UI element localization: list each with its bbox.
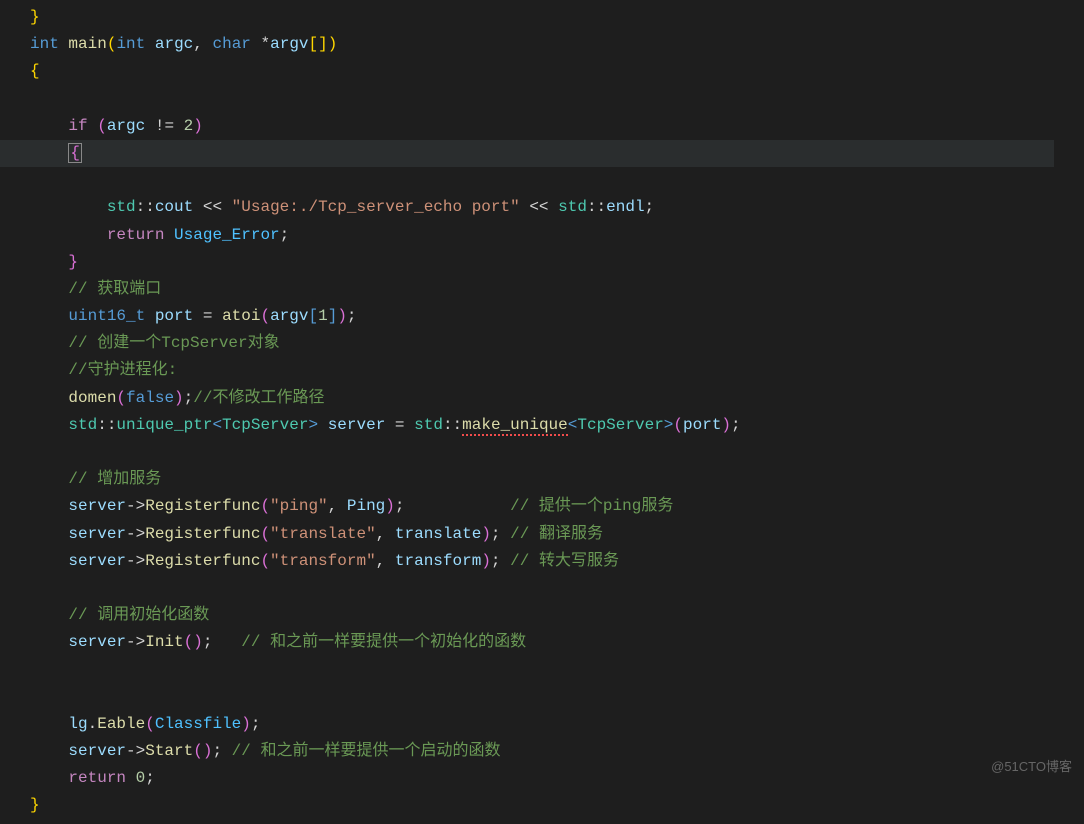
- code-var: server: [68, 633, 126, 651]
- code-var: port: [155, 307, 193, 325]
- code-string: "transform": [270, 552, 376, 570]
- code-comment: //不修改工作路径: [193, 389, 324, 407]
- code-op: <<: [529, 198, 548, 216]
- code-comment: // 创建一个TcpServer对象: [68, 334, 279, 352]
- code-namespace: std: [68, 416, 97, 434]
- code-constant: Usage_Error: [174, 226, 280, 244]
- code-comment: // 转大写服务: [510, 552, 619, 570]
- code-var: transform: [395, 552, 481, 570]
- code-constant: Classfile: [155, 715, 241, 733]
- code-string: "Usage:./Tcp_server_echo port": [232, 198, 520, 216]
- code-function: domen: [68, 389, 116, 407]
- code-var: argc: [155, 35, 193, 53]
- code-type: uint16_t: [68, 307, 145, 325]
- code-keyword: return: [68, 769, 126, 787]
- code-var: server: [68, 525, 126, 543]
- code-var: argv: [270, 307, 308, 325]
- highlighted-line: {: [0, 140, 1054, 167]
- code-comment: // 和之前一样要提供一个初始化的函数: [241, 633, 526, 651]
- code-op: !=: [155, 117, 174, 135]
- code-keyword: int: [30, 35, 59, 53]
- code-number: 1: [318, 307, 328, 325]
- code-editor[interactable]: } int main(int argc, char *argv[]) { if …: [0, 0, 1084, 824]
- code-var: server: [68, 497, 126, 515]
- code-function-error: make_unique: [462, 416, 568, 436]
- code-function: main: [68, 35, 106, 53]
- code-type: unique_ptr: [116, 416, 212, 434]
- code-function: Registerfunc: [145, 525, 260, 543]
- code-comment: // 增加服务: [68, 470, 161, 488]
- code-function: Registerfunc: [145, 552, 260, 570]
- code-op: <<: [203, 198, 222, 216]
- code-function: Registerfunc: [145, 497, 260, 515]
- code-comment: // 翻译服务: [510, 525, 603, 543]
- code-var: argc: [107, 117, 145, 135]
- code-id: cout: [155, 198, 193, 216]
- code-id: endl: [606, 198, 644, 216]
- code-var: Ping: [347, 497, 385, 515]
- code-var: server: [328, 416, 386, 434]
- code-keyword: int: [116, 35, 145, 53]
- code-brace: }: [30, 796, 40, 814]
- code-comment: // 和之前一样要提供一个启动的函数: [232, 742, 501, 760]
- watermark: @51CTO博客: [991, 756, 1072, 778]
- code-namespace: std: [107, 198, 136, 216]
- code-brace: }: [30, 8, 40, 26]
- code-keyword: if: [68, 117, 87, 135]
- code-keyword: false: [126, 389, 174, 407]
- code-number: 2: [184, 117, 194, 135]
- code-type: TcpServer: [577, 416, 663, 434]
- code-namespace: std: [558, 198, 587, 216]
- code-string: "ping": [270, 497, 328, 515]
- code-function: Start: [145, 742, 193, 760]
- code-comment: // 调用初始化函数: [68, 606, 209, 624]
- code-function: Init: [145, 633, 183, 651]
- code-comment: //守护进程化:: [68, 361, 177, 379]
- code-keyword: return: [107, 226, 165, 244]
- code-var: lg: [68, 715, 87, 733]
- code-var: translate: [395, 525, 481, 543]
- code-namespace: std: [414, 416, 443, 434]
- cursor: {: [68, 143, 82, 163]
- code-keyword: char: [212, 35, 250, 53]
- code-var: server: [68, 552, 126, 570]
- code-type: TcpServer: [222, 416, 308, 434]
- code-number: 0: [136, 769, 146, 787]
- code-string: "translate": [270, 525, 376, 543]
- code-function: atoi: [222, 307, 260, 325]
- code-brace: {: [30, 62, 40, 80]
- code-var: port: [683, 416, 721, 434]
- code-comment: // 获取端口: [68, 280, 161, 298]
- code-comment: // 提供一个ping服务: [510, 497, 673, 515]
- code-var: argv: [270, 35, 308, 53]
- code-var: server: [68, 742, 126, 760]
- code-function: Eable: [97, 715, 145, 733]
- code-brace: }: [68, 253, 78, 271]
